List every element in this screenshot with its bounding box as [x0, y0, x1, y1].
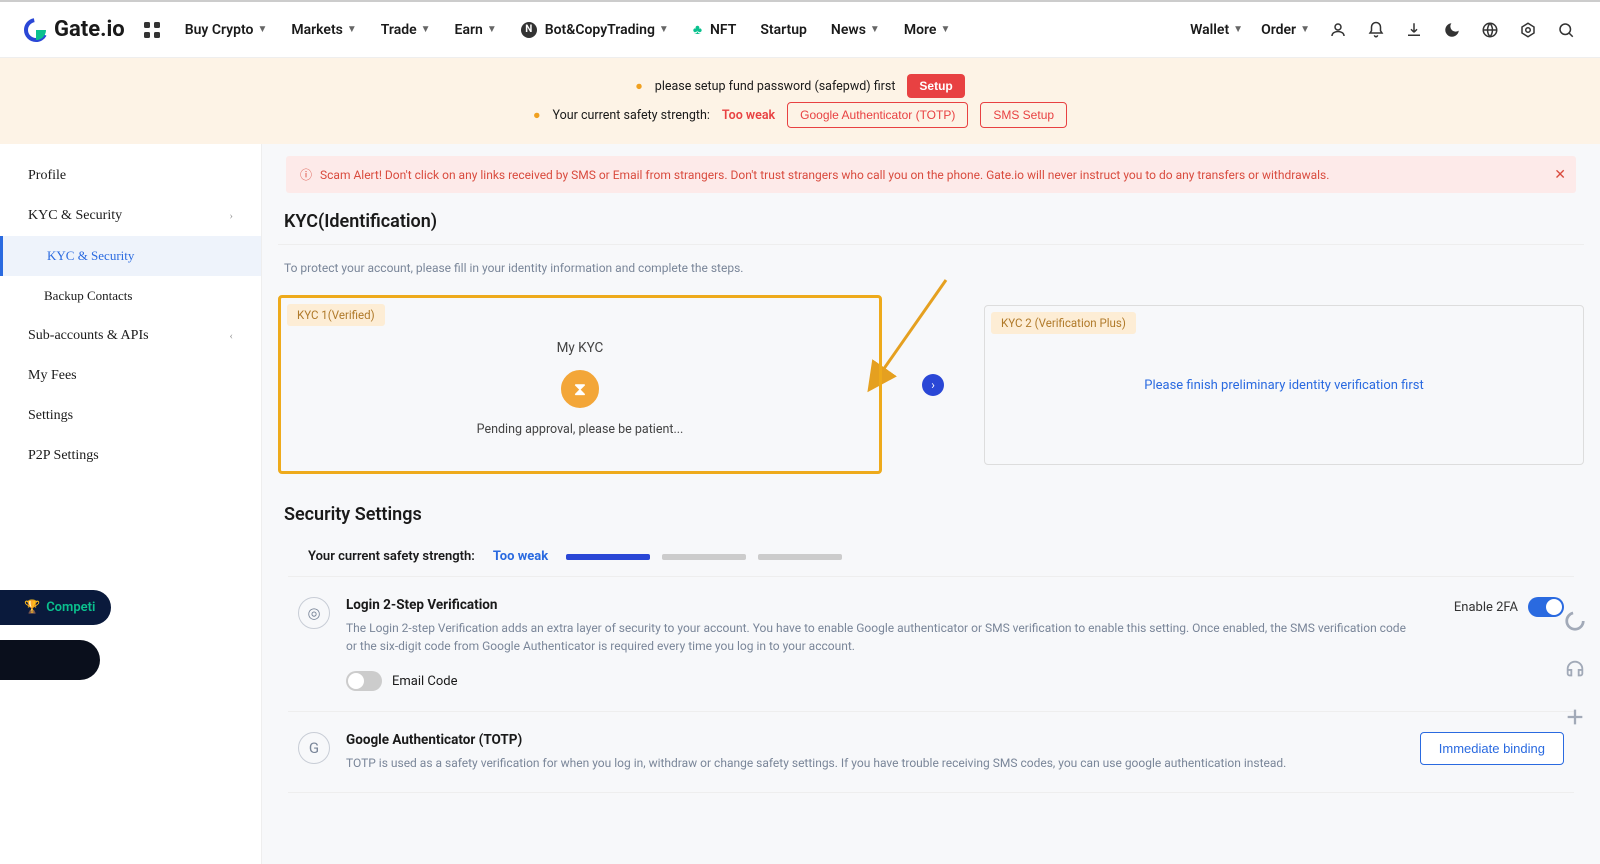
- nav-items: Buy Crypto▼ Markets▼ Trade▼ Earn▼ NBot&C…: [185, 21, 1190, 38]
- nav-order[interactable]: Order▼: [1261, 22, 1310, 38]
- email-code-label: Email Code: [392, 674, 458, 689]
- warn-icon: ●: [533, 108, 541, 123]
- competition-float[interactable]: 🏆 Competi: [0, 590, 111, 625]
- kyc-title: KYC(Identification): [284, 211, 1584, 232]
- security-title: Security Settings: [284, 504, 1584, 525]
- login-2step-title: Login 2-Step Verification: [346, 597, 1438, 613]
- strength-row: Your current safety strength: Too weak: [278, 537, 1584, 576]
- immediate-binding-button[interactable]: Immediate binding: [1420, 732, 1564, 765]
- brand-name: Gate.io: [54, 17, 125, 42]
- kyc-cards-row: KYC 1(Verified) My KYC ⧗ Pending approva…: [278, 295, 1584, 474]
- nav-markets[interactable]: Markets▼: [291, 22, 356, 38]
- strength-bars: [566, 554, 842, 560]
- gate-logo-icon: [24, 18, 48, 42]
- competition-label: Competi: [46, 600, 95, 615]
- sidebar: Profile KYC & Security› KYC & Security B…: [0, 144, 262, 864]
- login-2step-desc: The Login 2-step Verification adds an ex…: [346, 619, 1406, 655]
- flame-icon: ♣: [693, 21, 702, 38]
- nav-wallet[interactable]: Wallet▼: [1190, 22, 1243, 38]
- theme-icon[interactable]: [1442, 20, 1462, 40]
- sidebar-my-fees[interactable]: My Fees: [0, 356, 261, 396]
- sidebar-p2p-settings[interactable]: P2P Settings: [0, 436, 261, 476]
- strength-label: Your current safety strength:: [308, 549, 475, 564]
- hourglass-icon: ⧗: [561, 370, 599, 408]
- user-icon[interactable]: [1328, 20, 1348, 40]
- totp-title: Google Authenticator (TOTP): [346, 732, 1404, 748]
- gate-mini-icon[interactable]: [1564, 610, 1586, 636]
- globe-icon[interactable]: [1480, 20, 1500, 40]
- nav-trade[interactable]: Trade▼: [381, 22, 431, 38]
- login-2step-item: ◎ Login 2-Step Verification The Login 2-…: [288, 576, 1574, 711]
- fund-pwd-text: please setup fund password (safepwd) fir…: [655, 79, 896, 94]
- sidebar-kyc-security-sub[interactable]: KYC & Security: [0, 236, 261, 276]
- warn-icon: ●: [635, 79, 643, 94]
- brand-logo[interactable]: Gate.io: [24, 17, 125, 42]
- safety-banner: ● please setup fund password (safepwd) f…: [0, 58, 1600, 144]
- headset-icon[interactable]: [1564, 658, 1586, 684]
- kyc2-badge: KYC 2 (Verification Plus): [991, 312, 1136, 334]
- close-icon[interactable]: ✕: [1554, 167, 1566, 183]
- nav-news[interactable]: News▼: [831, 22, 880, 38]
- main-content: ⓘ Scam Alert! Don't click on any links r…: [262, 144, 1600, 864]
- kyc2-text: Please finish preliminary identity verif…: [985, 378, 1583, 393]
- trophy-icon: 🏆: [24, 600, 40, 615]
- totp-desc: TOTP is used as a safety verification fo…: [346, 754, 1404, 772]
- google-g-icon: G: [298, 732, 330, 764]
- kyc-subtitle: To protect your account, please fill in …: [284, 261, 1584, 275]
- nav-earn[interactable]: Earn▼: [455, 22, 497, 38]
- safety-strength-value: Too weak: [722, 108, 775, 123]
- divider: [278, 244, 1584, 245]
- totp-setup-button[interactable]: Google Authenticator (TOTP): [787, 102, 968, 128]
- alert-icon: ⓘ: [300, 166, 312, 183]
- totp-item: G Google Authenticator (TOTP) TOTP is us…: [288, 711, 1574, 792]
- chevron-right-icon: ›: [229, 210, 233, 222]
- currency-icon[interactable]: [1518, 20, 1538, 40]
- nav-nft[interactable]: ♣NFT: [693, 21, 737, 38]
- shield-icon: ◎: [298, 597, 330, 629]
- scam-alert-text: Scam Alert! Don't click on any links rec…: [320, 168, 1329, 182]
- divider: [288, 792, 1574, 793]
- sms-setup-button[interactable]: SMS Setup: [980, 102, 1067, 128]
- sidebar-subaccounts-apis[interactable]: Sub-accounts & APIs‹: [0, 316, 261, 356]
- enable-2fa-label: Enable 2FA: [1454, 600, 1518, 615]
- apps-grid-icon[interactable]: [143, 21, 161, 39]
- kyc1-card[interactable]: KYC 1(Verified) My KYC ⧗ Pending approva…: [278, 295, 882, 474]
- strength-bar-3: [758, 554, 842, 560]
- float-pill[interactable]: [0, 640, 100, 680]
- sidebar-profile[interactable]: Profile: [0, 156, 261, 196]
- bell-icon[interactable]: [1366, 20, 1386, 40]
- plus-icon[interactable]: [1564, 706, 1586, 732]
- enable-2fa-toggle[interactable]: [1528, 597, 1564, 617]
- setup-button[interactable]: Setup: [907, 74, 964, 98]
- download-icon[interactable]: [1404, 20, 1424, 40]
- nav-right: Wallet▼ Order▼: [1190, 20, 1576, 40]
- strength-value: Too weak: [493, 549, 548, 564]
- email-code-toggle[interactable]: [346, 671, 382, 691]
- kyc1-status: Pending approval, please be patient...: [281, 422, 879, 437]
- strength-bar-1: [566, 554, 650, 560]
- sidebar-settings[interactable]: Settings: [0, 396, 261, 436]
- nav-buy-crypto[interactable]: Buy Crypto▼: [185, 22, 268, 38]
- chevron-left-icon: ‹: [229, 330, 233, 342]
- sidebar-backup-contacts[interactable]: Backup Contacts: [0, 276, 261, 316]
- arrow-right-icon: ›: [922, 374, 944, 396]
- safety-strength-label: Your current safety strength:: [553, 108, 710, 123]
- float-right-icons: [1564, 610, 1586, 732]
- strength-bar-2: [662, 554, 746, 560]
- nav-bot-copytrading[interactable]: NBot&CopyTrading▼: [521, 22, 669, 38]
- top-navbar: Gate.io Buy Crypto▼ Markets▼ Trade▼ Earn…: [0, 0, 1600, 58]
- kyc2-card[interactable]: KYC 2 (Verification Plus) Please finish …: [984, 305, 1584, 465]
- scam-alert: ⓘ Scam Alert! Don't click on any links r…: [286, 156, 1576, 193]
- hex-n-icon: N: [521, 22, 537, 38]
- sidebar-kyc-security[interactable]: KYC & Security›: [0, 196, 261, 236]
- nav-startup[interactable]: Startup: [760, 22, 807, 38]
- nav-more[interactable]: More▼: [904, 22, 951, 38]
- kyc1-badge: KYC 1(Verified): [287, 304, 385, 326]
- kyc1-heading: My KYC: [281, 340, 879, 356]
- search-icon[interactable]: [1556, 20, 1576, 40]
